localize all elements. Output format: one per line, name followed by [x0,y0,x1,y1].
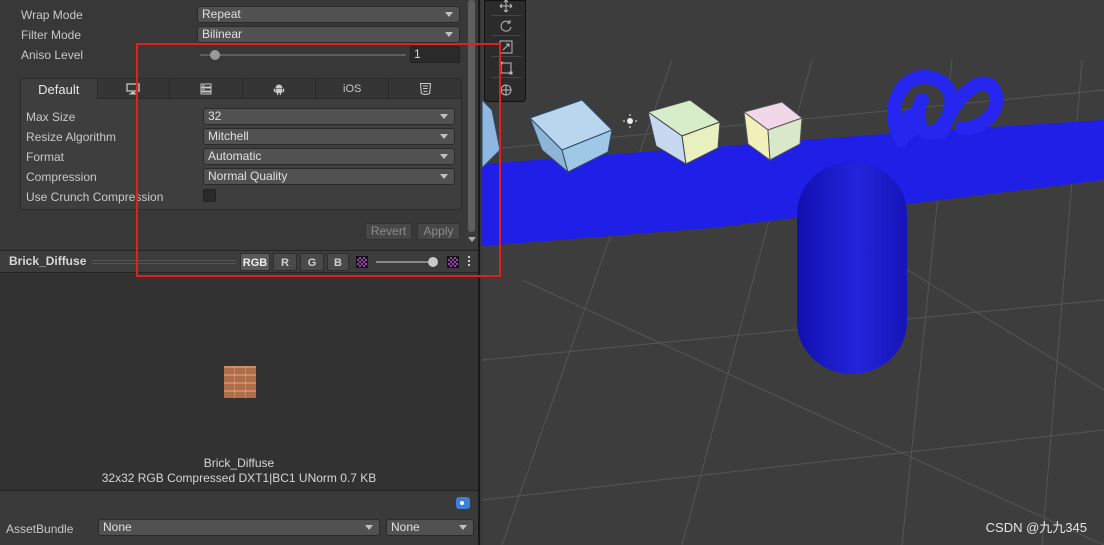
wrap-mode-value: Repeat [202,7,241,21]
watermark: CSDN @九九345 [985,520,1087,535]
max-size-dropdown[interactable]: 32 [203,108,455,125]
scale-tool-button[interactable] [491,38,521,57]
max-size-label: Max Size [26,110,76,124]
asset-bundle-label: AssetBundle [6,522,74,536]
filter-mode-dropdown[interactable]: Bilinear [197,26,460,43]
transform-tool-button[interactable] [491,80,521,99]
chevron-down-icon [440,154,448,159]
aniso-level-label: Aniso Level [21,48,84,62]
revert-button[interactable]: Revert [365,223,412,240]
asset-bundle-variant-value: None [391,520,420,534]
platform-tabs: Default iOS [21,79,461,99]
filter-mode-label: Filter Mode [21,28,82,42]
asset-bundle-name-value: None [103,520,132,534]
filter-mode-value: Bilinear [202,27,243,41]
compression-dropdown[interactable]: Normal Quality [203,168,455,185]
texture-name: Brick_Diffuse [203,456,275,470]
html5-icon [419,83,431,95]
scroll-down-arrow-icon[interactable] [468,237,476,242]
aniso-slider-track[interactable] [200,54,406,56]
chevron-down-icon [445,32,453,37]
scrollbar-thumb[interactable] [468,0,475,232]
light-icon [623,114,637,128]
rotate-icon [500,20,512,32]
asset-bundle-variant-dropdown[interactable]: None [386,519,474,536]
format-label: Format [26,150,65,164]
wrap-mode-label: Wrap Mode [21,8,83,22]
wrap-mode-row: Wrap Mode Repeat [0,6,466,24]
alpha-checker-icon[interactable] [356,256,368,268]
texture-info: 32x32 RGB Compressed DXT1|BC1 UNorm 0.7 … [101,471,377,485]
tab-server[interactable] [170,79,244,99]
scene-view[interactable]: CSDN @九九345 [482,0,1104,545]
tab-default-label: Default [38,81,80,97]
channel-g-button[interactable]: G [300,253,324,271]
scale-icon [499,40,513,54]
format-dropdown[interactable]: Automatic [203,148,455,165]
blue-capsule-object [797,162,907,374]
apply-button[interactable]: Apply [417,223,460,240]
channel-b-button[interactable]: B [327,253,349,271]
inspector-panel: Wrap Mode Repeat Filter Mode Bilinear An… [0,0,480,545]
resize-algorithm-value: Mitchell [208,129,249,143]
inspector-scrollbar[interactable] [466,0,478,248]
tab-android[interactable] [243,79,317,99]
aniso-slider-handle[interactable] [210,50,220,60]
chevron-down-icon [445,12,453,17]
transform-icon [500,84,512,95]
brick-texture-thumbnail [224,366,256,398]
wrap-mode-dropdown[interactable]: Repeat [197,6,460,23]
mip-slider-handle[interactable] [428,257,438,267]
asset-bundle-bar: AssetBundle None None [0,490,478,545]
resize-algorithm-label: Resize Algorithm [26,130,117,144]
compression-label: Compression [26,170,97,184]
scene-canvas [482,59,1104,545]
tab-default[interactable]: Default [21,79,98,99]
chevron-down-icon [440,174,448,179]
chevron-down-icon [459,525,467,530]
asset-bundle-name-dropdown[interactable]: None [98,519,380,536]
chevron-down-icon [440,114,448,119]
rotate-tool-button[interactable] [491,17,521,36]
scene-tools-toolbar [484,0,526,102]
move-icon [499,0,513,13]
tab-ios[interactable]: iOS [316,79,390,99]
chevron-down-icon [440,134,448,139]
android-icon [274,84,285,95]
channel-rgb-button[interactable]: RGB [240,253,270,271]
format-value: Automatic [208,149,262,163]
platform-settings-panel: Default iOS Max Size 32 Resize Algorithm [20,78,462,210]
preview-drag-handle[interactable] [92,260,236,264]
label-tag-icon[interactable] [456,497,470,509]
rect-tool-button[interactable] [491,59,521,78]
filter-mode-row: Filter Mode Bilinear [0,26,466,44]
chevron-down-icon [365,525,373,530]
crunch-compression-checkbox[interactable] [203,189,216,202]
crunch-compression-label: Use Crunch Compression [26,190,164,204]
cube-1 [482,99,501,169]
rect-transform-icon [499,61,513,75]
preview-title: Brick_Diffuse [9,254,87,268]
mip-checker-icon[interactable] [447,256,459,268]
tab-webgl[interactable] [389,79,461,99]
tab-ios-label: iOS [343,83,362,95]
server-icon [200,83,212,95]
more-options-icon[interactable] [468,256,471,268]
tab-standalone[interactable] [98,79,171,99]
mip-slider-track[interactable] [376,261,434,263]
move-tool-button[interactable] [491,0,521,16]
resize-algorithm-dropdown[interactable]: Mitchell [203,128,455,145]
preview-header: Brick_Diffuse RGB R G B [0,250,478,273]
max-size-value: 32 [208,109,222,123]
texture-preview-area: Brick_Diffuse 32x32 RGB Compressed DXT1|… [0,274,478,490]
aniso-level-field[interactable]: 1 [410,46,460,63]
monitor-icon [126,83,141,95]
compression-value: Normal Quality [208,169,288,183]
channel-r-button[interactable]: R [273,253,297,271]
